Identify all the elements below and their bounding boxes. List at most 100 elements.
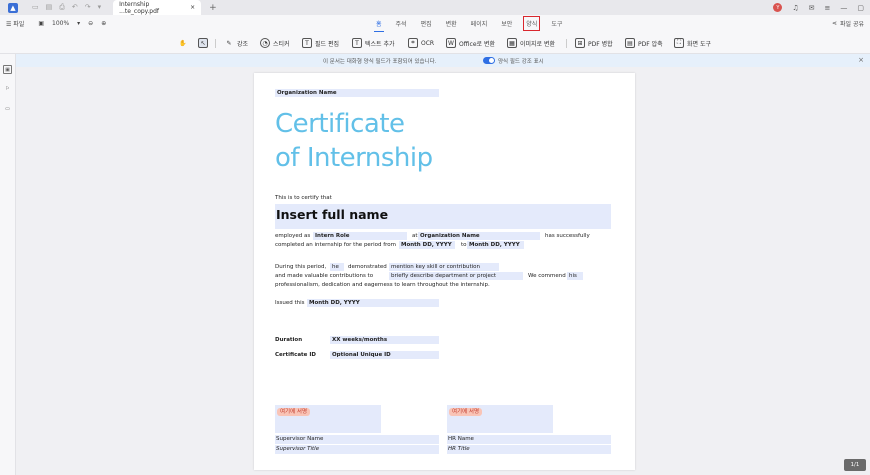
page-view-icon[interactable]: ▣ [38, 20, 44, 27]
form-notice-bar: 이 문서는 대화형 양식 필드가 포함되어 있습니다. 양식 필드 강조 표시 … [0, 54, 870, 67]
field-edit-button[interactable]: T 필드 편집 [302, 36, 339, 50]
field-edit-label: 필드 편집 [315, 40, 339, 48]
completed-internship-text: completed an internship for the period f… [275, 242, 397, 248]
menu-bar: ☰ 파일 ▣ 100% ▾ ⊖ ⊕ 홈 주석 편집 변환 페이지 보안 양식 도… [0, 15, 870, 32]
sign-here-tag: 여기에 서명 [277, 408, 311, 416]
tab-form[interactable]: 양식 [523, 16, 541, 31]
open-file-icon[interactable]: ▭ [32, 3, 39, 12]
user-avatar[interactable]: Y [773, 3, 783, 12]
sign-here-tag: 여기에 서명 [449, 408, 483, 416]
screen-tool-icon: ⛶ [674, 38, 684, 48]
app-logo-icon: ▲ [8, 2, 18, 13]
screen-tool-label: 화면 도구 [687, 40, 711, 48]
tab-home[interactable]: 홈 [374, 19, 383, 32]
toolbar: ✋ ↖ ✎ 강조 ◔ 스티커 T 필드 편집 T 텍스트 추가 ⌗ OCR W Office… [0, 32, 870, 54]
document-tab[interactable]: Internship ...te_copy.pdf × [113, 0, 202, 15]
screen-tool-button[interactable]: ⛶ 화면 도구 [674, 36, 711, 50]
hr-signature-field[interactable]: 여기에 서명 [447, 405, 553, 433]
issued-text: Issued this [275, 300, 305, 306]
zoom-out-icon[interactable]: ⊖ [88, 20, 93, 27]
contributions-text: and made valuable contributions to [275, 273, 374, 279]
zoom-level[interactable]: 100% [52, 20, 69, 27]
print-icon[interactable]: ⎙ [59, 3, 65, 12]
bookmark-icon[interactable]: ⚐ [3, 84, 12, 93]
select-tool-button[interactable]: ↖ [198, 36, 208, 50]
certificate-title-line1: Certificate [275, 109, 405, 139]
issued-date-field[interactable]: Month DD, YYYY [307, 299, 439, 307]
add-text-button[interactable]: T 텍스트 추가 [352, 36, 395, 50]
supervisor-signature-field[interactable]: 여기에 서명 [275, 405, 381, 433]
supervisor-name-field[interactable]: Supervisor Name [275, 435, 439, 444]
merge-icon: ⊞ [575, 38, 585, 48]
new-tab-button[interactable]: + [209, 3, 217, 13]
convert-office-button[interactable]: W Office로 변환 [446, 36, 495, 50]
highlight-button[interactable]: ✎ 강조 [224, 36, 248, 50]
save-icon[interactable]: ▤ [46, 3, 53, 12]
pdf-compress-button[interactable]: ▤ PDF 압축 [625, 36, 663, 50]
commend-text: We commend [528, 273, 566, 279]
zoom-dropdown-icon[interactable]: ▾ [77, 20, 80, 27]
tab-convert[interactable]: 변환 [446, 19, 457, 28]
close-icon[interactable]: × [858, 56, 864, 64]
hand-icon: ✋ [179, 39, 187, 47]
pdf-compress-label: PDF 압축 [638, 40, 663, 48]
demonstrated-text: demonstrated [348, 264, 387, 270]
minimize-icon[interactable]: — [840, 4, 847, 12]
toolbar-divider [566, 39, 567, 48]
file-menu[interactable]: ☰ 파일 [6, 19, 24, 28]
sticker-icon: ◔ [260, 38, 270, 48]
window-menu-icon[interactable]: ≡ [825, 4, 831, 12]
organization-name-field[interactable]: Organization Name [275, 89, 439, 97]
inbox-icon[interactable]: ✉ [809, 4, 815, 12]
intern-role-field[interactable]: Intern Role [313, 232, 407, 240]
organization-field[interactable]: Organization Name [418, 232, 540, 240]
pdf-merge-button[interactable]: ⊞ PDF 병합 [575, 36, 613, 50]
hand-tool-button[interactable]: ✋ [178, 36, 188, 50]
tab-tools[interactable]: 도구 [551, 19, 562, 28]
highlight-fields-toggle[interactable] [483, 57, 495, 64]
add-text-label: 텍스트 추가 [365, 40, 395, 48]
title-bar: ▲ ▭ ▤ ⎙ ↶ ↷ ▾ Internship ...te_copy.pdf … [0, 0, 870, 15]
tab-page[interactable]: 페이지 [471, 19, 488, 28]
sticker-button[interactable]: ◔ 스티커 [260, 36, 290, 50]
end-date-field[interactable]: Month DD, YYYY [467, 241, 524, 249]
headset-icon[interactable]: ♫ [792, 4, 798, 12]
toolbar-divider [215, 39, 216, 48]
convert-office-label: Office로 변환 [459, 40, 495, 48]
convert-image-label: 이미지로 변환 [520, 40, 556, 48]
redo-icon[interactable]: ↷ [85, 3, 91, 12]
convert-image-button[interactable]: ▦ 이미지로 변환 [507, 36, 555, 50]
undo-icon[interactable]: ↶ [72, 3, 78, 12]
tab-security[interactable]: 보안 [501, 19, 512, 28]
document-page: Organization Name Certificate of Interns… [254, 73, 635, 470]
dropdown-icon[interactable]: ▾ [98, 3, 102, 12]
ocr-button[interactable]: ⌗ OCR [408, 36, 434, 50]
thumbnail-icon[interactable]: ▣ [3, 65, 12, 74]
tab-close-icon[interactable]: × [190, 4, 195, 11]
possessive-field[interactable]: his [567, 272, 583, 280]
ocr-label: OCR [421, 39, 435, 47]
department-field[interactable]: briefly describe department or project [389, 272, 523, 280]
share-file-button[interactable]: ⋖ 파일 공유 [832, 15, 864, 32]
tab-edit[interactable]: 편집 [421, 19, 432, 28]
skill-field[interactable]: mention key skill or contribution [389, 263, 499, 271]
image-icon: ▦ [507, 38, 517, 48]
add-text-icon: T [352, 38, 362, 48]
employed-as-text: employed as [275, 233, 311, 239]
full-name-field[interactable]: Insert full name [275, 204, 611, 229]
tab-annotate[interactable]: 주석 [396, 19, 407, 28]
hr-name-field[interactable]: HR Name [447, 435, 611, 444]
document-tab-title: Internship ...te_copy.pdf [119, 0, 160, 15]
cursor-icon: ↖ [198, 38, 208, 48]
certificate-id-field[interactable]: Optional Unique ID [330, 351, 439, 359]
comment-icon[interactable]: ▭ [3, 104, 12, 113]
start-date-field[interactable]: Month DD, YYYY [399, 241, 455, 249]
pronoun-field[interactable]: he [330, 263, 344, 271]
maximize-icon[interactable]: ▢ [857, 4, 864, 12]
highlight-fields-label: 양식 필드 강조 표시 [498, 59, 544, 65]
duration-field[interactable]: XX weeks/months [330, 336, 439, 344]
duration-label: Duration [275, 337, 303, 343]
supervisor-title-field[interactable]: Supervisor Title [275, 445, 439, 454]
zoom-in-icon[interactable]: ⊕ [101, 20, 106, 27]
hr-title-field[interactable]: HR Title [447, 445, 611, 454]
